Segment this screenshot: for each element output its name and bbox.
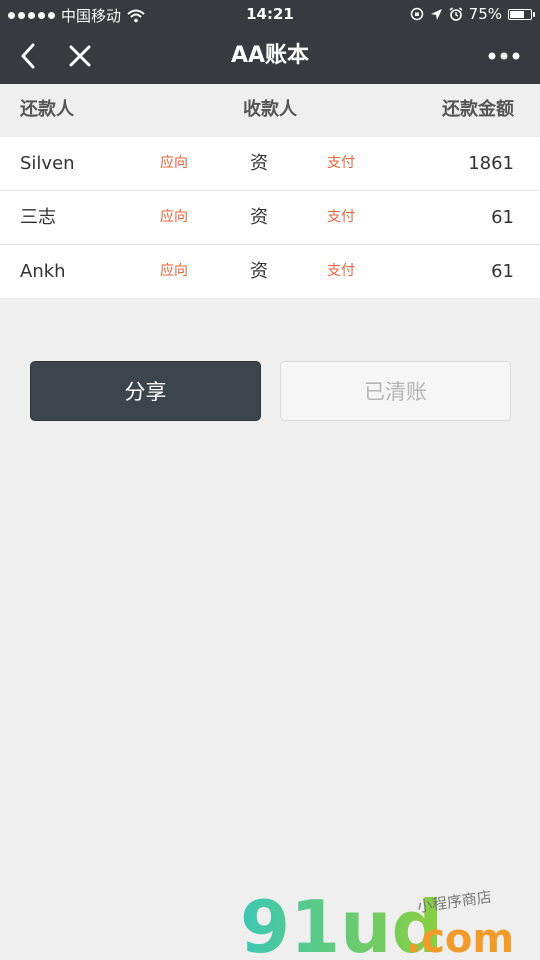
rotation-lock-icon bbox=[410, 7, 423, 21]
battery-percent: 75% bbox=[468, 5, 502, 23]
row-verb-pay: 支付 bbox=[327, 209, 355, 225]
table-row: Silven 应向 资 支付 1861 bbox=[0, 137, 540, 191]
row-amount: 61 bbox=[491, 207, 514, 228]
table-header: 还款人 收款人 还款金额 bbox=[0, 84, 540, 136]
nav-bar: AA账本 bbox=[0, 28, 540, 84]
share-button[interactable]: 分享 bbox=[30, 361, 261, 421]
watermark-logo: 91ud .com 小程序商店 bbox=[240, 888, 514, 960]
row-payer: 三志 bbox=[20, 207, 56, 228]
more-button[interactable] bbox=[482, 28, 526, 84]
row-payer: Silven bbox=[20, 153, 75, 174]
table-row: 三志 应向 资 支付 61 bbox=[0, 191, 540, 245]
row-verb-owe: 应向 bbox=[160, 209, 188, 225]
row-payee: 资 bbox=[250, 261, 268, 282]
row-verb-pay: 支付 bbox=[327, 155, 355, 171]
row-verb-owe: 应向 bbox=[160, 155, 188, 171]
status-bar: 中国移动 14:21 75% bbox=[0, 0, 540, 28]
row-verb-pay: 支付 bbox=[327, 263, 355, 279]
table-row: Ankh 应向 资 支付 61 bbox=[0, 245, 540, 298]
row-payee: 资 bbox=[250, 207, 268, 228]
row-payer: Ankh bbox=[20, 261, 66, 282]
watermark-domain: .com bbox=[406, 916, 514, 960]
location-arrow-icon bbox=[430, 8, 442, 20]
row-payee: 资 bbox=[250, 153, 268, 174]
status-right: 75% bbox=[410, 5, 535, 23]
alarm-icon bbox=[449, 7, 463, 21]
settled-button[interactable]: 已清账 bbox=[280, 361, 511, 421]
page-title: AA账本 bbox=[230, 43, 310, 68]
battery-fill bbox=[510, 10, 525, 18]
repayment-list: Silven 应向 资 支付 1861 三志 应向 资 支付 61 Ankh 应… bbox=[0, 137, 540, 298]
row-amount: 1861 bbox=[468, 153, 514, 174]
row-verb-owe: 应向 bbox=[160, 263, 188, 279]
more-dots-icon bbox=[488, 52, 520, 60]
row-amount: 61 bbox=[491, 261, 514, 282]
header-amount: 还款金额 bbox=[442, 99, 514, 120]
battery-icon bbox=[508, 8, 535, 20]
